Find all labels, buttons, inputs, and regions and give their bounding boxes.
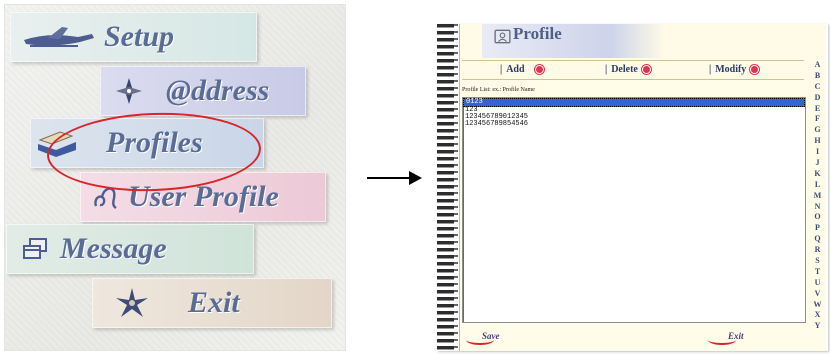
exit-swoosh-icon	[708, 335, 736, 345]
alphabet-letter-x[interactable]: X	[809, 310, 826, 321]
add-label: Add	[506, 64, 525, 75]
profiles-button[interactable]: Profiles	[30, 118, 264, 168]
profile-card-icon	[494, 29, 511, 44]
alphabet-letter-t[interactable]: T	[809, 267, 826, 278]
alphabet-letter-l[interactable]: L	[809, 180, 826, 191]
windows-icon	[23, 238, 47, 259]
alphabet-index: ABCDEFGHIJKLMNOPQRSTUVWXY	[809, 24, 826, 351]
alphabet-letter-c[interactable]: C	[809, 82, 826, 93]
setup-label: Setup	[104, 20, 175, 53]
alphabet-letter-n[interactable]: N	[809, 202, 826, 213]
save-swoosh-icon	[466, 335, 494, 345]
transition-arrow	[367, 177, 411, 179]
alphabet-letter-k[interactable]: K	[809, 169, 826, 180]
tray-icon	[38, 131, 76, 157]
alphabet-letter-v[interactable]: V	[809, 289, 826, 300]
alphabet-letter-f[interactable]: F	[809, 114, 826, 125]
alphabet-letters: ABCDEFGHIJKLMNOPQRSTUVWXY	[809, 60, 826, 332]
modify-dot-icon	[750, 65, 760, 74]
user-profile-button[interactable]: User Profile	[80, 172, 326, 222]
modify-separator: |	[709, 64, 712, 75]
alphabet-letter-g[interactable]: G	[809, 125, 826, 136]
delete-button[interactable]: | Delete	[605, 64, 651, 75]
alphabet-letter-u[interactable]: U	[809, 278, 826, 289]
delete-label: Delete	[611, 64, 638, 75]
exit-star-icon	[116, 288, 148, 317]
list-item[interactable]: 0123	[463, 98, 805, 107]
alphabet-letter-j[interactable]: J	[809, 158, 826, 169]
alphabet-letter-q[interactable]: Q	[809, 234, 826, 245]
alphabet-letter-w[interactable]: W	[809, 300, 826, 311]
modify-button[interactable]: | Modify	[709, 64, 760, 75]
airplane-icon	[24, 27, 94, 47]
list-item[interactable]: 123456789854546	[463, 121, 805, 128]
alphabet-letter-b[interactable]: B	[809, 71, 826, 82]
alphabet-letter-d[interactable]: D	[809, 93, 826, 104]
alphabet-letter-a[interactable]: A	[809, 60, 826, 71]
delete-dot-icon	[641, 65, 651, 74]
modify-label: Modify	[715, 64, 747, 75]
alphabet-letter-s[interactable]: S	[809, 256, 826, 267]
alphabet-letter-e[interactable]: E	[809, 104, 826, 115]
setup-button[interactable]: Setup	[10, 12, 257, 62]
alphabet-letter-p[interactable]: P	[809, 223, 826, 234]
add-button[interactable]: | Add	[500, 64, 544, 75]
arrow-head-icon	[409, 171, 422, 185]
delete-separator: |	[605, 64, 608, 75]
alphabet-letter-o[interactable]: O	[809, 212, 826, 223]
address-button[interactable]: @ddress	[100, 66, 306, 116]
toolbar-bottom-rule	[462, 79, 804, 80]
profiles-label: Profiles	[106, 126, 203, 159]
add-separator: |	[500, 64, 503, 75]
toolbar-top-rule	[462, 60, 804, 61]
message-label: Message	[60, 232, 167, 265]
alphabet-letter-h[interactable]: H	[809, 136, 826, 147]
alphabet-letter-r[interactable]: R	[809, 245, 826, 256]
spiral-binding-edge	[454, 24, 458, 351]
profile-list[interactable]: 0123 123 123456789012345 123456789854546	[462, 97, 806, 323]
exit-button[interactable]: Exit	[92, 278, 332, 328]
spiral-binding	[437, 24, 455, 351]
leo-symbol-icon	[94, 187, 117, 209]
address-label: @ddress	[166, 74, 270, 107]
alphabet-letter-y[interactable]: Y	[809, 321, 826, 332]
profile-list-caption: Profile List: ex.: Profile Name	[462, 87, 535, 93]
profile-title: Profile	[513, 24, 562, 43]
compass-diamond-icon	[116, 78, 142, 104]
add-dot-icon	[534, 65, 544, 74]
alphabet-letter-i[interactable]: I	[809, 147, 826, 158]
exit-label: Exit	[188, 286, 240, 319]
user-profile-label: User Profile	[128, 180, 279, 213]
alphabet-letter-m[interactable]: M	[809, 191, 826, 202]
message-button[interactable]: Message	[6, 224, 254, 274]
